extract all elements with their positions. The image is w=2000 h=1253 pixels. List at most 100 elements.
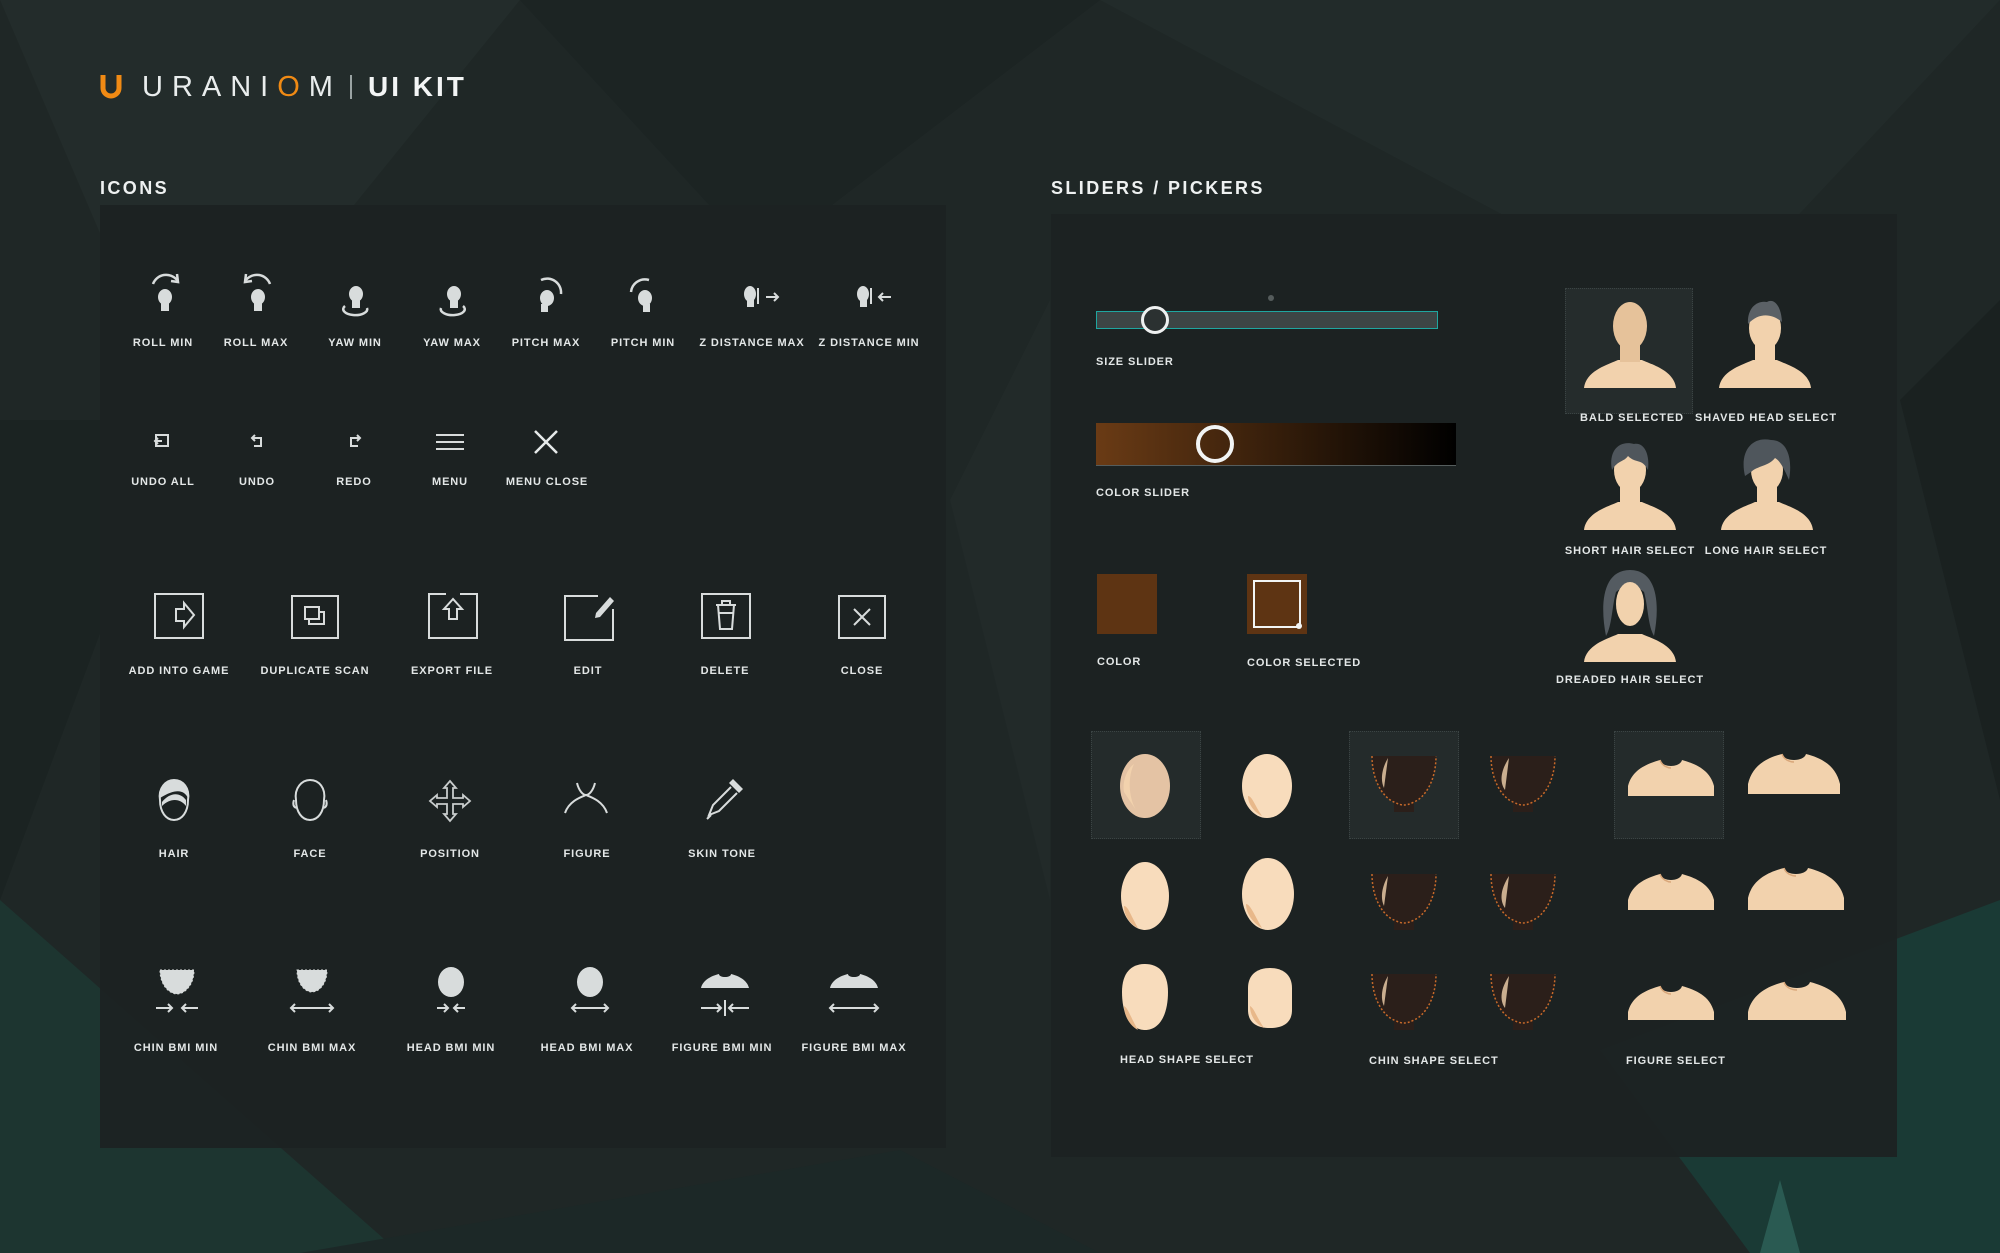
shaved-head-avatar-icon[interactable]	[1715, 296, 1815, 392]
face-icon[interactable]	[292, 778, 328, 824]
figure-shape-3-icon[interactable]	[1624, 870, 1718, 918]
label-hair-bald: BALD SELECTED	[1580, 412, 1684, 424]
label-roll-max: ROLL MAX	[223, 337, 289, 349]
chin-shape-2-icon[interactable]	[1487, 752, 1559, 816]
redo-icon[interactable]	[345, 432, 365, 450]
label-pitch-max: PITCH MAX	[511, 337, 581, 349]
position-icon[interactable]	[428, 779, 472, 823]
label-delete: DELETE	[700, 665, 750, 677]
duplicate-scan-icon[interactable]	[291, 595, 339, 639]
chin-shape-4-icon[interactable]	[1487, 870, 1559, 934]
label-hair-long: LONG HAIR SELECT	[1704, 545, 1828, 557]
dreaded-hair-avatar-icon[interactable]	[1578, 566, 1682, 666]
chin-shape-3-icon[interactable]	[1368, 870, 1440, 934]
label-undo: UNDO	[239, 476, 275, 488]
size-slider-track[interactable]	[1096, 306, 1438, 334]
label-hair: HAIR	[158, 848, 190, 860]
head-shape-3-icon[interactable]	[1118, 860, 1172, 932]
label-head-bmi-max: HEAD BMI MAX	[540, 1042, 634, 1054]
figure-shape-2-icon[interactable]	[1744, 750, 1844, 804]
label-position: POSITION	[420, 848, 480, 860]
edit-icon[interactable]	[564, 593, 616, 641]
label-yaw-max: YAW MAX	[423, 337, 481, 349]
chin-bmi-min-icon[interactable]	[154, 968, 200, 1018]
bald-avatar-icon[interactable]	[1580, 298, 1680, 392]
label-head-bmi-min: HEAD BMI MIN	[406, 1042, 496, 1054]
head-bmi-min-icon[interactable]	[436, 966, 466, 1018]
undo-all-icon[interactable]	[152, 432, 172, 450]
head-shape-4-icon[interactable]	[1240, 856, 1296, 932]
uraniom-logo-icon	[100, 75, 122, 99]
label-figure-bmi-max: FIGURE BMI MAX	[801, 1042, 907, 1054]
label-size-slider: SIZE SLIDER	[1096, 356, 1174, 368]
chin-shape-6-icon[interactable]	[1487, 970, 1559, 1034]
roll-max-icon[interactable]	[238, 270, 278, 314]
roll-min-icon[interactable]	[145, 270, 185, 314]
section-title-icons: ICONS	[100, 178, 170, 198]
color-slider-baseline	[1096, 465, 1456, 466]
label-face: FACE	[293, 848, 327, 860]
label-figure-shape: FIGURE SELECT	[1626, 1055, 1726, 1067]
label-chin-shape: CHIN SHAPE SELECT	[1369, 1055, 1499, 1067]
figure-shape-1-icon[interactable]	[1624, 756, 1718, 804]
yaw-max-icon[interactable]	[432, 280, 472, 324]
figure-bmi-min-icon[interactable]	[699, 972, 751, 1018]
menu-icon[interactable]	[435, 432, 465, 452]
label-skin-tone: SKIN TONE	[688, 848, 756, 860]
label-color-slider: COLOR SLIDER	[1096, 487, 1190, 499]
label-head-shape: HEAD SHAPE SELECT	[1120, 1054, 1254, 1066]
pitch-min-icon[interactable]	[623, 272, 663, 316]
short-hair-avatar-icon[interactable]	[1580, 440, 1680, 534]
label-color: COLOR	[1097, 656, 1142, 668]
label-roll-min: ROLL MIN	[132, 337, 194, 349]
pitch-max-icon[interactable]	[527, 272, 567, 316]
head-shape-2-icon[interactable]	[1240, 752, 1294, 820]
label-figure-bmi-min: FIGURE BMI MIN	[671, 1042, 773, 1054]
chin-bmi-max-icon[interactable]	[289, 968, 335, 1018]
color-swatch-selected[interactable]	[1247, 574, 1307, 634]
label-menu-close: MENU CLOSE	[505, 476, 589, 488]
label-chin-bmi-max: CHIN BMI MAX	[267, 1042, 357, 1054]
label-redo: REDO	[336, 476, 372, 488]
chin-shape-1-icon[interactable]	[1368, 752, 1440, 816]
figure-icon[interactable]	[563, 781, 609, 815]
color-swatch[interactable]	[1097, 574, 1157, 634]
brand-kit-title: UI KIT	[367, 71, 467, 102]
head-shape-5-icon[interactable]	[1118, 962, 1172, 1032]
figure-bmi-max-icon[interactable]	[828, 972, 880, 1018]
export-file-icon[interactable]	[428, 593, 478, 639]
skin-tone-icon[interactable]	[703, 775, 747, 821]
figure-shape-5-icon[interactable]	[1624, 982, 1718, 1028]
head-shape-1-icon[interactable]	[1118, 752, 1172, 820]
chin-shape-5-icon[interactable]	[1368, 970, 1440, 1034]
label-yaw-min: YAW MIN	[328, 337, 382, 349]
delete-icon[interactable]	[701, 593, 751, 639]
head-bmi-max-icon[interactable]	[570, 966, 610, 1018]
label-pitch-min: PITCH MIN	[610, 337, 676, 349]
size-slider-thumb[interactable]	[1140, 306, 1169, 334]
z-distance-max-icon[interactable]	[740, 282, 784, 312]
label-hair-short: SHORT HAIR SELECT	[1564, 545, 1696, 557]
z-distance-min-icon[interactable]	[853, 282, 897, 312]
color-slider-track[interactable]	[1096, 423, 1456, 465]
label-edit: EDIT	[573, 665, 603, 677]
label-hair-dreaded: DREADED HAIR SELECT	[1556, 674, 1704, 686]
label-z-distance-max: Z DISTANCE MAX	[699, 337, 805, 349]
color-slider-thumb[interactable]	[1195, 425, 1234, 463]
label-close: CLOSE	[840, 665, 884, 677]
undo-icon[interactable]	[247, 432, 267, 450]
head-shape-6-icon[interactable]	[1244, 966, 1296, 1030]
figure-shape-4-icon[interactable]	[1744, 864, 1848, 920]
brand-header: URANIOM UI KIT	[100, 70, 467, 104]
label-add-into-game: ADD INTO GAME	[128, 665, 230, 677]
label-undo-all: UNDO ALL	[131, 476, 195, 488]
menu-close-icon[interactable]	[533, 429, 559, 455]
close-icon[interactable]	[838, 595, 886, 639]
yaw-min-icon[interactable]	[336, 280, 376, 324]
label-color-selected: COLOR SELECTED	[1247, 657, 1362, 669]
long-hair-avatar-icon[interactable]	[1717, 436, 1817, 534]
brand-name: URANIOM	[142, 70, 342, 103]
add-into-game-icon[interactable]	[154, 593, 204, 639]
figure-shape-6-icon[interactable]	[1744, 978, 1850, 1030]
hair-icon[interactable]	[156, 778, 192, 824]
